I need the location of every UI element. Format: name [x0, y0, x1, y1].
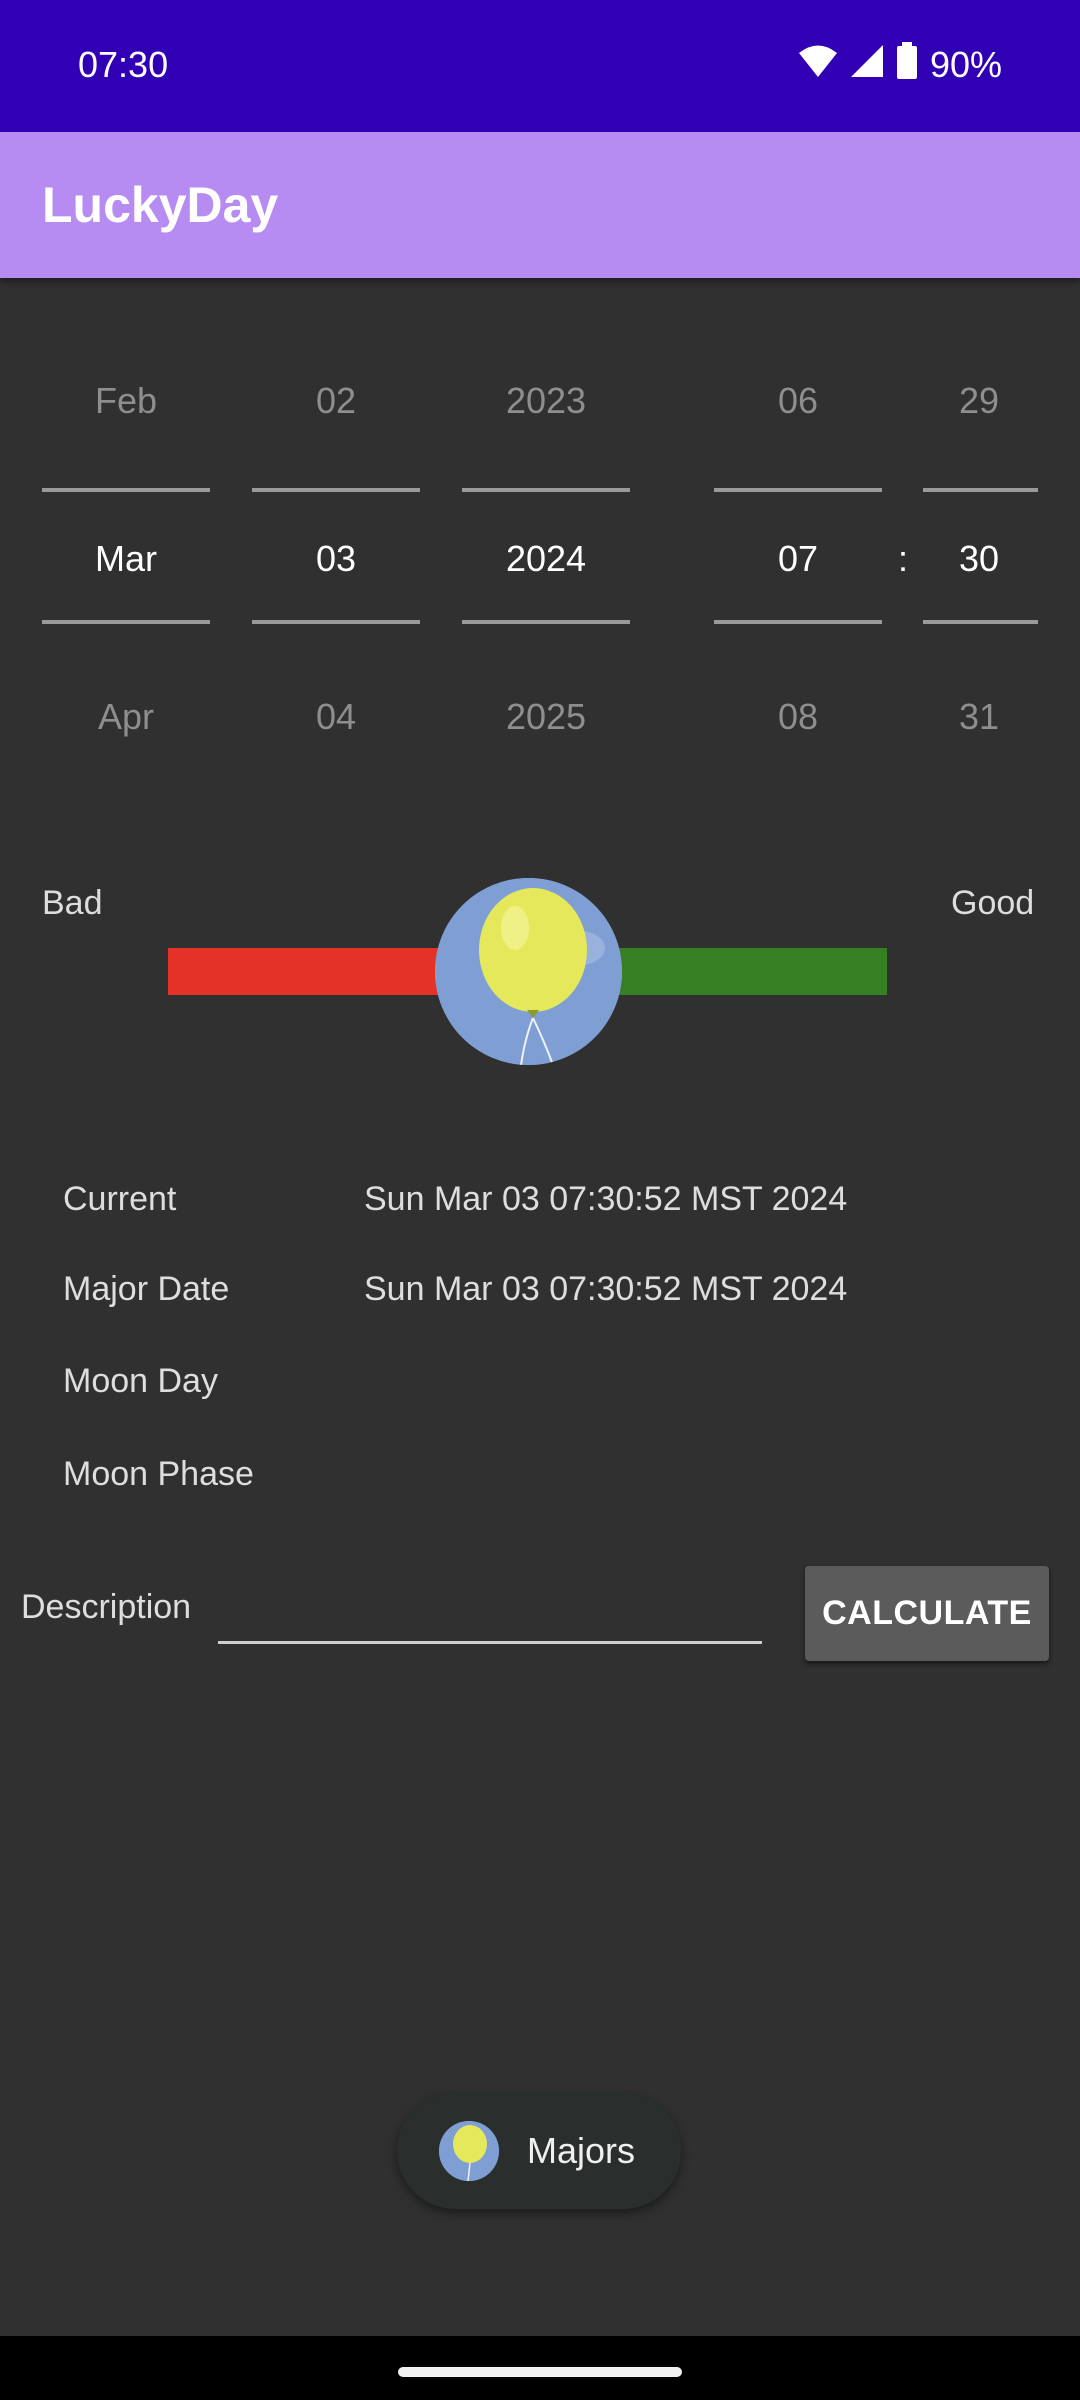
month-prev[interactable]: Feb [95, 380, 157, 422]
major-date-value: Sun Mar 03 07:30:52 MST 2024 [364, 1270, 848, 1308]
battery-percent: 90% [929, 44, 1002, 85]
home-gesture-handle[interactable] [398, 2367, 682, 2377]
minute-divider-top [923, 488, 1038, 492]
balloon-icon [439, 2121, 499, 2181]
balloon-icon [435, 878, 622, 1065]
hour-divider-bottom [714, 620, 882, 624]
major-date-label: Major Date [63, 1270, 230, 1308]
status-bar: 07:30 90% [0, 0, 1080, 132]
month-divider-bottom [42, 620, 210, 624]
description-input[interactable] [218, 1576, 762, 1644]
month-selected[interactable]: Mar [95, 538, 157, 580]
description-label: Description [21, 1588, 192, 1626]
year-prev[interactable]: 2023 [506, 380, 586, 422]
bad-track[interactable] [168, 948, 438, 995]
good-track[interactable] [618, 948, 887, 995]
hour-next[interactable]: 08 [778, 696, 818, 738]
majors-fab[interactable]: Majors [397, 2093, 681, 2209]
status-time: 07:30 [78, 44, 169, 85]
hour-selected[interactable]: 07 [778, 538, 818, 580]
wifi-icon [798, 44, 838, 87]
day-divider-bottom [252, 620, 420, 624]
minute-divider-bottom [923, 620, 1038, 624]
slider-thumb[interactable] [435, 878, 622, 1065]
year-divider-top [462, 488, 630, 492]
day-selected[interactable]: 03 [316, 538, 356, 580]
month-divider-top [42, 488, 210, 492]
minute-prev[interactable]: 29 [959, 380, 999, 422]
current-label: Current [63, 1180, 177, 1218]
year-divider-bottom [462, 620, 630, 624]
good-label: Good [951, 884, 1035, 922]
calculate-button[interactable]: CALCULATE [805, 1566, 1049, 1661]
majors-label: Majors [527, 2130, 636, 2171]
current-value: Sun Mar 03 07:30:52 MST 2024 [364, 1180, 848, 1218]
day-prev[interactable]: 02 [316, 380, 356, 422]
signal-icon [850, 44, 884, 87]
year-selected[interactable]: 2024 [506, 538, 586, 580]
hour-divider-top [714, 488, 882, 492]
bad-label: Bad [42, 884, 103, 922]
year-next[interactable]: 2025 [506, 696, 586, 738]
battery-icon [896, 41, 918, 89]
minute-selected[interactable]: 30 [959, 538, 999, 580]
minute-next[interactable]: 31 [959, 696, 999, 738]
app-bar: LuckyDay [0, 132, 1080, 278]
day-next[interactable]: 04 [316, 696, 356, 738]
moon-phase-label: Moon Phase [63, 1455, 254, 1493]
moon-day-label: Moon Day [63, 1362, 218, 1400]
day-divider-top [252, 488, 420, 492]
app-title: LuckyDay [42, 177, 279, 233]
month-next[interactable]: Apr [98, 696, 154, 738]
time-separator: : [897, 538, 909, 579]
status-icons: 90% [798, 40, 1002, 90]
hour-prev[interactable]: 06 [778, 380, 818, 422]
